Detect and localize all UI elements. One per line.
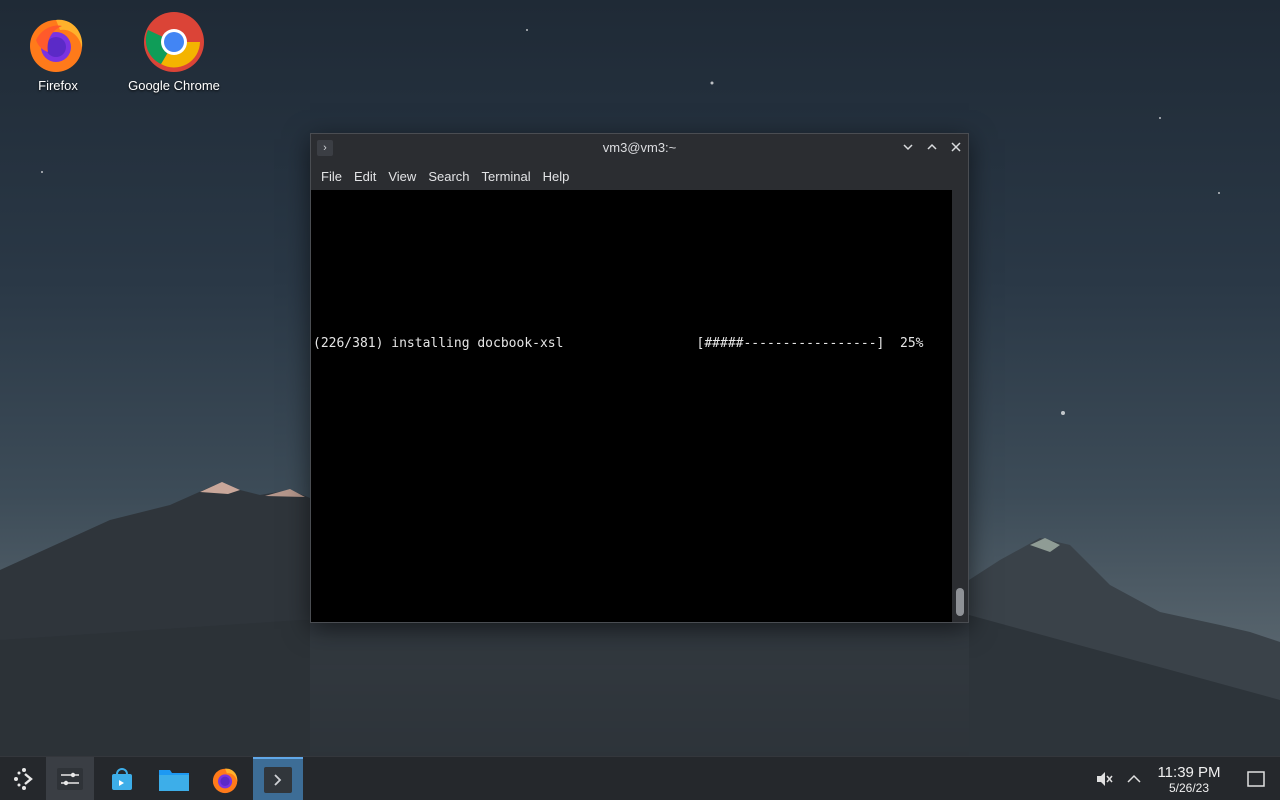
chevron-down-icon (903, 144, 913, 151)
taskbar-system-settings[interactable] (46, 757, 94, 800)
terminal-window[interactable]: › vm3@vm3:~ File Edit View Search Termin… (310, 133, 969, 623)
chevron-up-icon (927, 143, 937, 150)
muted-speaker-icon (1097, 772, 1113, 786)
terminal-output-line: (226/381) installing docbook-xsl [#####-… (313, 336, 924, 351)
menu-search[interactable]: Search (422, 169, 475, 184)
minimize-button[interactable] (898, 138, 918, 158)
system-settings-icon (57, 768, 83, 790)
terminal-icon (264, 767, 292, 793)
terminal-output-area[interactable]: (226/381) installing docbook-xsl [#####-… (311, 190, 953, 622)
menu-terminal[interactable]: Terminal (476, 169, 537, 184)
file-manager-icon (159, 770, 189, 791)
menu-bar: File Edit View Search Terminal Help (311, 162, 968, 190)
desktop-icon-firefox[interactable]: Firefox (3, 4, 113, 93)
show-desktop-icon (1247, 771, 1265, 787)
clock-date: 5/26/23 (1168, 781, 1210, 795)
desktop-icon-label: Firefox (38, 78, 78, 93)
desktop-icon-label: Google Chrome (128, 78, 220, 93)
desktop-icon-google-chrome[interactable]: Google Chrome (119, 4, 229, 93)
show-desktop-button[interactable] (1236, 757, 1276, 800)
window-titlebar[interactable]: › vm3@vm3:~ (311, 134, 968, 162)
taskbar-file-manager[interactable] (150, 757, 198, 800)
firefox-icon (212, 768, 238, 794)
menu-edit[interactable]: Edit (348, 169, 382, 184)
window-title: vm3@vm3:~ (602, 140, 677, 155)
scrollbar-thumb[interactable] (956, 588, 964, 616)
taskbar: 11:39 PM 5/26/23 (0, 756, 1280, 800)
maximize-button[interactable] (922, 138, 942, 158)
terminal-scrollbar[interactable] (952, 190, 968, 622)
close-icon (951, 142, 961, 152)
clock[interactable]: 11:39 PM 5/26/23 (1152, 764, 1226, 796)
menu-file[interactable]: File (315, 169, 348, 184)
menu-view[interactable]: View (382, 169, 422, 184)
taskbar-terminal-active[interactable] (253, 757, 303, 800)
chrome-icon (142, 10, 206, 74)
menu-help[interactable]: Help (537, 169, 576, 184)
application-launcher-button[interactable] (0, 757, 48, 800)
system-tray-expand-button[interactable] (1118, 757, 1150, 800)
taskbar-firefox[interactable] (202, 757, 250, 800)
firefox-icon (26, 10, 90, 74)
taskbar-discover[interactable] (98, 757, 146, 800)
application-launcher-icon (14, 768, 33, 790)
close-button[interactable] (946, 138, 966, 158)
chevron-up-icon (1127, 774, 1141, 783)
clock-time: 11:39 PM (1157, 764, 1221, 781)
discover-store-icon (112, 768, 132, 790)
